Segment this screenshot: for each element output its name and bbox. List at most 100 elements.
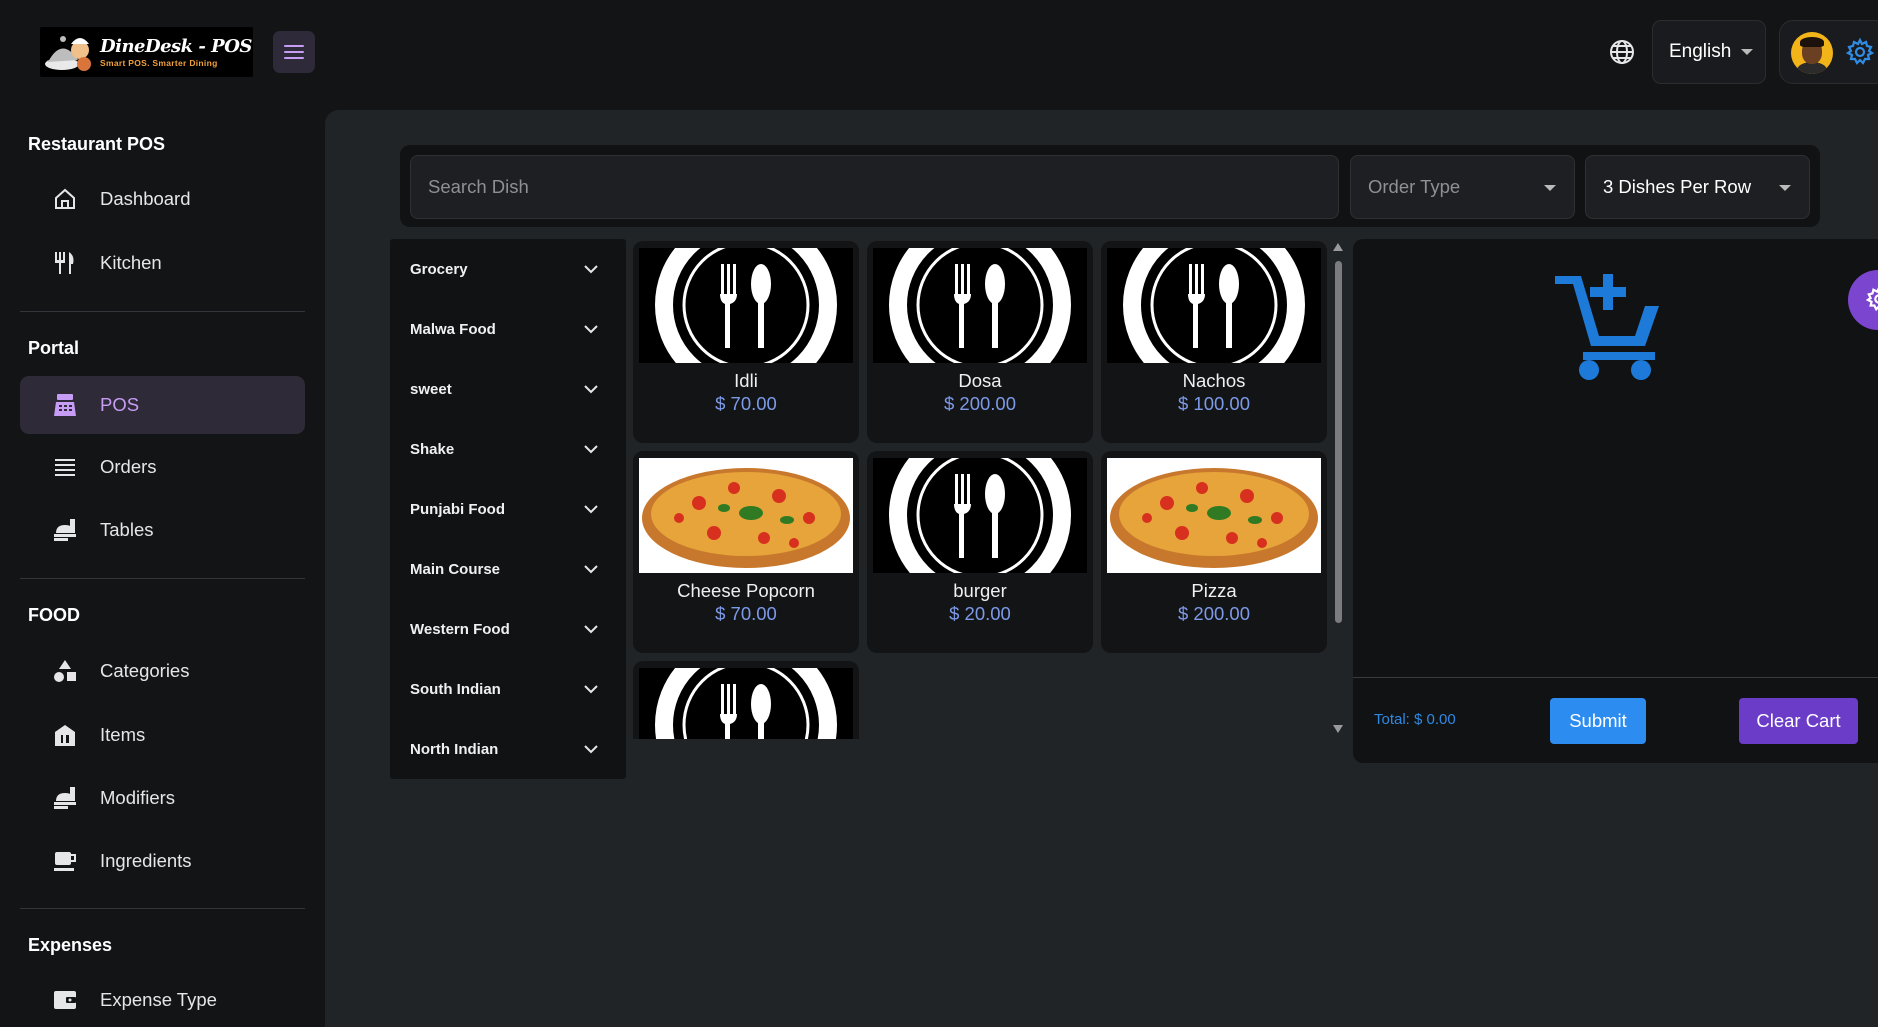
- sidebar-item-expense-type[interactable]: Expense Type: [20, 971, 305, 1027]
- sidebar-item-label: Expense Type: [100, 989, 217, 1010]
- table-service-icon: [50, 515, 80, 545]
- dish-card[interactable]: [633, 661, 859, 739]
- category-item-main-course[interactable]: Main Course: [390, 539, 626, 599]
- list-icon: [50, 452, 80, 482]
- category-item-western-food[interactable]: Western Food: [390, 599, 626, 659]
- sidebar-item-label: POS: [100, 394, 140, 415]
- chevron-down-icon: [584, 505, 598, 514]
- dish-price: $ 70.00: [715, 393, 777, 414]
- sidebar-item-tables[interactable]: Tables: [20, 501, 305, 559]
- order-type-placeholder: Order Type: [1368, 176, 1461, 197]
- logo-title: DineDesk - POS: [100, 36, 252, 57]
- dish-name: Pizza: [1191, 580, 1237, 601]
- sidebar-heading-food: FOOD: [28, 605, 80, 625]
- logo-subtitle: Smart POS. Smarter Dining: [100, 58, 218, 68]
- dish-card-idli[interactable]: Idli $ 70.00: [633, 241, 859, 443]
- order-type-select[interactable]: Order Type: [1350, 155, 1575, 219]
- sidebar-item-categories[interactable]: Categories: [20, 642, 305, 700]
- category-item-punjabi-food[interactable]: Punjabi Food: [390, 479, 626, 539]
- plate-placeholder-icon: [639, 248, 853, 363]
- store-icon: [50, 720, 80, 750]
- sidebar-item-orders[interactable]: Orders: [20, 438, 305, 496]
- wallet-icon: [50, 985, 80, 1015]
- category-item-sweet[interactable]: sweet: [390, 359, 626, 419]
- sidebar-divider: [20, 578, 305, 579]
- chevron-down-icon: [584, 745, 598, 754]
- sidebar-item-label: Kitchen: [100, 252, 162, 273]
- dishes-per-row-select[interactable]: 3 Dishes Per Row: [1585, 155, 1810, 219]
- category-item-shake[interactable]: Shake: [390, 419, 626, 479]
- sidebar-divider: [20, 311, 305, 312]
- language-label: English: [1669, 41, 1732, 62]
- hamburger-icon: [284, 45, 304, 59]
- globe-icon[interactable]: [1608, 38, 1636, 66]
- category-item-malwa-food[interactable]: Malwa Food: [390, 299, 626, 359]
- sidebar-item-label: Categories: [100, 660, 190, 681]
- caret-down-icon: [1779, 185, 1791, 191]
- dish-price: $ 200.00: [943, 393, 1016, 414]
- sidebar-item-dashboard[interactable]: Dashboard: [20, 170, 305, 228]
- category-item-south-indian[interactable]: South Indian: [390, 659, 626, 719]
- chevron-down-icon: [584, 385, 598, 394]
- chevron-down-icon: [584, 445, 598, 454]
- hamburger-menu-button[interactable]: [273, 31, 315, 73]
- dish-price: $ 100.00: [1177, 393, 1250, 414]
- language-selector[interactable]: English: [1652, 20, 1766, 84]
- pizza-image: [639, 458, 853, 573]
- dish-card-nachos[interactable]: Nachos $ 100.00: [1101, 241, 1327, 443]
- sidebar-divider: [20, 908, 305, 909]
- dish-card-dosa[interactable]: Dosa $ 200.00: [867, 241, 1093, 443]
- sidebar-item-label: Dashboard: [100, 188, 191, 209]
- plate-placeholder-icon: [639, 668, 853, 739]
- scrollbar-thumb[interactable]: [1335, 261, 1342, 623]
- top-header: DineDesk - POS Smart POS. Smarter Dining…: [0, 0, 1878, 106]
- dish-grid-scrollbar[interactable]: [1331, 241, 1345, 739]
- cash-register-icon: [50, 390, 80, 420]
- search-dish-input[interactable]: [410, 155, 1339, 219]
- dish-price: $ 20.00: [949, 603, 1011, 624]
- avatar[interactable]: [1791, 32, 1833, 74]
- sidebar-item-items[interactable]: Items: [20, 706, 305, 764]
- clear-cart-button[interactable]: Clear Cart: [1739, 698, 1858, 744]
- home-icon: [50, 184, 80, 214]
- plate-placeholder-icon: [1107, 248, 1321, 363]
- scroll-down-arrow-icon[interactable]: [1333, 725, 1343, 733]
- chef-logo-icon: [44, 30, 98, 74]
- submit-button[interactable]: Submit: [1550, 698, 1646, 744]
- chevron-down-icon: [584, 625, 598, 634]
- scroll-up-arrow-icon[interactable]: [1333, 243, 1343, 251]
- caret-down-icon: [1741, 49, 1754, 55]
- category-list: Grocery Malwa Food sweet Shake Punjabi F…: [390, 239, 626, 779]
- dish-card-pizza[interactable]: Pizza $ 200.00: [1101, 451, 1327, 653]
- dish-card-cheese-popcorn[interactable]: Cheese Popcorn $ 70.00: [633, 451, 859, 653]
- category-item-north-indian[interactable]: North Indian: [390, 719, 626, 779]
- dish-price: $ 200.00: [1177, 603, 1250, 624]
- sidebar-item-kitchen[interactable]: Kitchen: [20, 234, 305, 292]
- plate-placeholder-icon: [873, 248, 1087, 363]
- sidebar-item-pos[interactable]: POS: [20, 376, 305, 434]
- cart-panel: [1353, 239, 1878, 763]
- mug-icon: [50, 846, 80, 876]
- caret-down-icon: [1544, 185, 1556, 191]
- sidebar-item-modifiers[interactable]: Modifiers: [20, 769, 305, 827]
- category-item-grocery[interactable]: Grocery: [390, 239, 626, 299]
- dish-name: Idli: [734, 370, 758, 391]
- pizza-image: [1107, 458, 1321, 573]
- dish-name: Nachos: [1182, 370, 1246, 391]
- sidebar-heading-expenses: Expenses: [28, 935, 113, 955]
- dish-card-burger[interactable]: burger $ 20.00: [867, 451, 1093, 653]
- settings-gear-icon[interactable]: [1845, 37, 1875, 66]
- shapes-icon: [50, 656, 80, 686]
- chevron-down-icon: [584, 565, 598, 574]
- sidebar-item-label: Items: [100, 724, 146, 745]
- fork-knife-icon: [50, 248, 80, 278]
- dishes-per-row-value: 3 Dishes Per Row: [1603, 176, 1752, 197]
- app-logo[interactable]: DineDesk - POS Smart POS. Smarter Dining: [40, 27, 253, 77]
- sidebar-item-ingredients[interactable]: Ingredients: [20, 832, 305, 890]
- table-service-icon: [50, 783, 80, 813]
- chevron-down-icon: [584, 685, 598, 694]
- sidebar-heading-portal: Portal: [28, 338, 80, 358]
- sidebar-item-label: Tables: [100, 519, 154, 540]
- cart-divider: [1353, 677, 1878, 678]
- cart-total: Total: $ 0.00: [1374, 711, 1456, 728]
